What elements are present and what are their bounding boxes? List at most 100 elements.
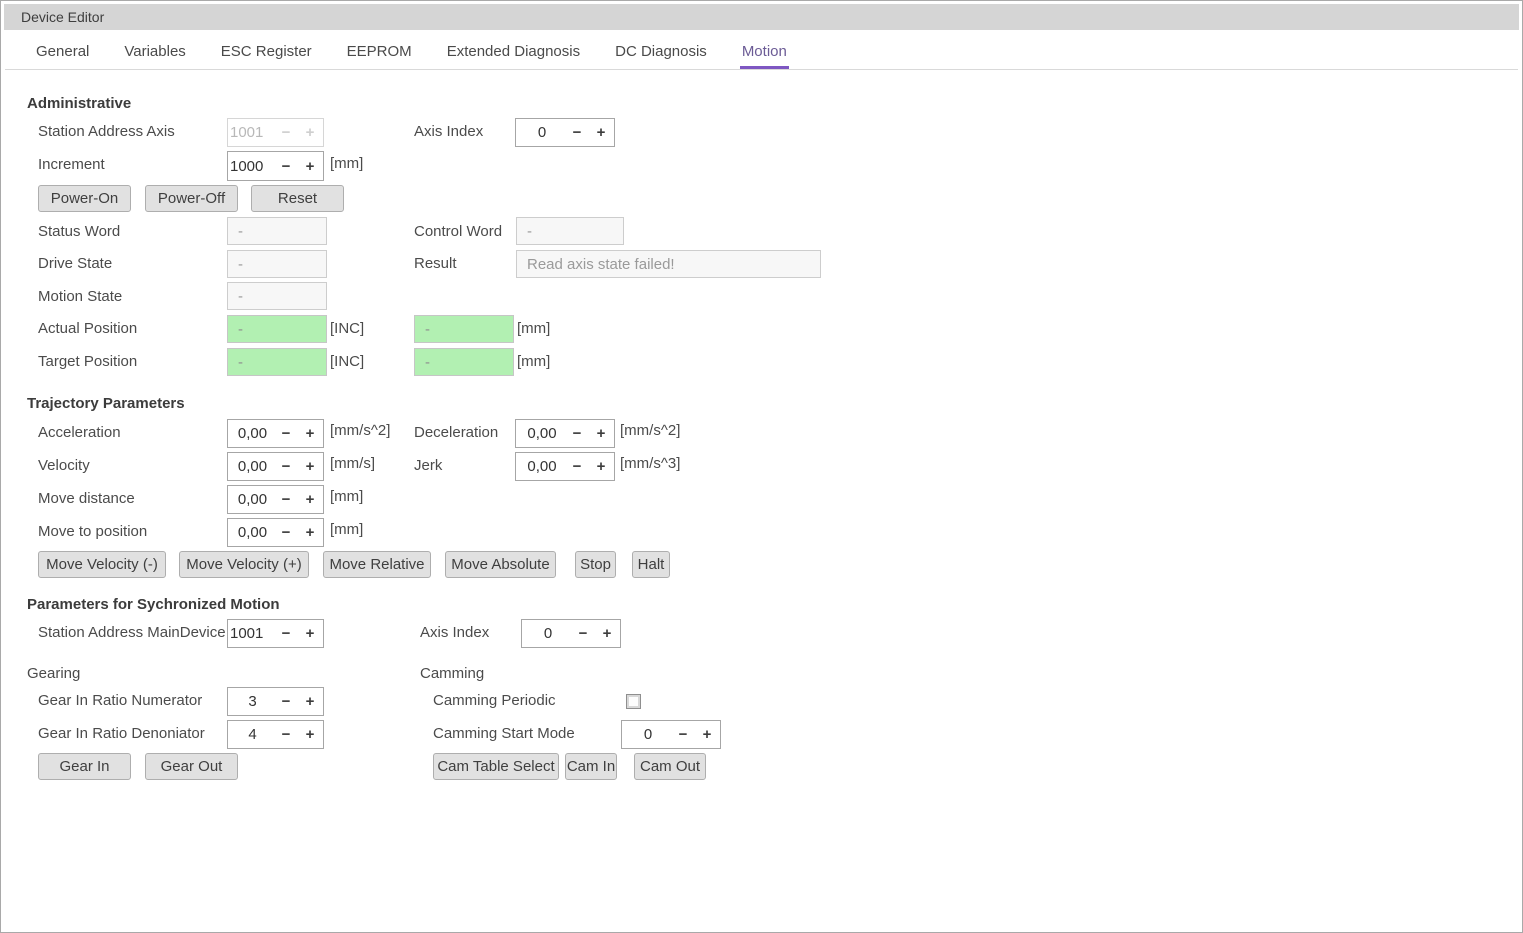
- tab-extended-diagnosis[interactable]: Extended Diagnosis: [445, 34, 582, 69]
- decrement-icon[interactable]: −: [275, 458, 297, 475]
- increment-icon[interactable]: +: [297, 425, 323, 442]
- deceleration-spinner[interactable]: 0,00 − +: [515, 419, 615, 448]
- increment-unit: [mm]: [330, 155, 363, 172]
- jerk-unit: [mm/s^3]: [620, 455, 680, 472]
- target-position-mm-field: -: [414, 348, 514, 376]
- tab-variables[interactable]: Variables: [122, 34, 187, 69]
- cam-in-button[interactable]: Cam In: [565, 753, 617, 780]
- tab-general[interactable]: General: [34, 34, 91, 69]
- result-label: Result: [414, 255, 457, 272]
- sync-axis-index-spinner[interactable]: 0 − +: [521, 619, 621, 648]
- velocity-value[interactable]: 0,00: [228, 458, 275, 475]
- station-address-maindevice-spinner[interactable]: 1001 − +: [227, 619, 324, 648]
- acceleration-label: Acceleration: [38, 424, 121, 441]
- tab-dc-diagnosis[interactable]: DC Diagnosis: [613, 34, 709, 69]
- cam-out-button[interactable]: Cam Out: [634, 753, 706, 780]
- decrement-icon[interactable]: −: [275, 726, 297, 743]
- actual-position-mm-unit: [mm]: [517, 320, 550, 337]
- decrement-icon[interactable]: −: [572, 625, 594, 642]
- axis-index-spinner[interactable]: 0 − +: [515, 118, 615, 147]
- acceleration-spinner[interactable]: 0,00 − +: [227, 419, 324, 448]
- acceleration-value[interactable]: 0,00: [228, 425, 275, 442]
- reset-button[interactable]: Reset: [251, 185, 344, 212]
- decrement-icon[interactable]: −: [672, 726, 694, 743]
- move-to-position-spinner[interactable]: 0,00 − +: [227, 518, 324, 547]
- gear-in-button[interactable]: Gear In: [38, 753, 131, 780]
- move-distance-value[interactable]: 0,00: [228, 491, 275, 508]
- camming-heading: Camming: [420, 665, 484, 682]
- decrement-icon[interactable]: −: [275, 491, 297, 508]
- increment-icon[interactable]: +: [588, 124, 614, 141]
- halt-button[interactable]: Halt: [632, 551, 670, 578]
- move-velocity-minus-button[interactable]: Move Velocity (-): [38, 551, 166, 578]
- increment-icon[interactable]: +: [297, 625, 323, 642]
- jerk-value[interactable]: 0,00: [516, 458, 566, 475]
- move-distance-spinner[interactable]: 0,00 − +: [227, 485, 324, 514]
- camming-start-mode-value[interactable]: 0: [622, 726, 672, 743]
- move-relative-button[interactable]: Move Relative: [323, 551, 431, 578]
- increment-icon[interactable]: +: [297, 158, 323, 175]
- power-on-button[interactable]: Power-On: [38, 185, 131, 212]
- velocity-spinner[interactable]: 0,00 − +: [227, 452, 324, 481]
- status-word-field: -: [227, 217, 327, 245]
- station-address-maindevice-label: Station Address MainDevice: [38, 624, 226, 641]
- increment-icon[interactable]: +: [594, 625, 620, 642]
- velocity-label: Velocity: [38, 457, 90, 474]
- increment-icon[interactable]: +: [694, 726, 720, 743]
- increment-icon[interactable]: +: [297, 491, 323, 508]
- move-to-position-value[interactable]: 0,00: [228, 524, 275, 541]
- axis-index-value[interactable]: 0: [516, 124, 566, 141]
- station-address-maindevice-value[interactable]: 1001: [228, 625, 275, 642]
- increment-icon[interactable]: +: [588, 425, 614, 442]
- camming-start-mode-spinner[interactable]: 0 − +: [621, 720, 721, 749]
- stop-button[interactable]: Stop: [575, 551, 616, 578]
- target-position-mm-unit: [mm]: [517, 353, 550, 370]
- decrement-icon[interactable]: −: [566, 124, 588, 141]
- move-absolute-button[interactable]: Move Absolute: [445, 551, 556, 578]
- control-word-label: Control Word: [414, 223, 502, 240]
- increment-icon[interactable]: +: [297, 524, 323, 541]
- motion-state-label: Motion State: [38, 288, 122, 305]
- station-address-axis-value: 1001: [228, 124, 275, 141]
- move-distance-label: Move distance: [38, 490, 135, 507]
- axis-index-label: Axis Index: [414, 123, 483, 140]
- actual-position-mm-field: -: [414, 315, 514, 343]
- decrement-icon[interactable]: −: [275, 425, 297, 442]
- increment-spinner[interactable]: 1000 − +: [227, 151, 324, 181]
- decrement-icon[interactable]: −: [275, 693, 297, 710]
- device-editor-window: Device Editor General Variables ESC Regi…: [0, 0, 1523, 933]
- increment-icon: +: [297, 124, 323, 141]
- tab-esc-register[interactable]: ESC Register: [219, 34, 314, 69]
- increment-icon[interactable]: +: [588, 458, 614, 475]
- station-address-axis-spinner: 1001 − +: [227, 118, 324, 147]
- gear-in-ratio-denominator-value[interactable]: 4: [228, 726, 275, 743]
- cam-table-select-button[interactable]: Cam Table Select: [433, 753, 559, 780]
- gear-out-button[interactable]: Gear Out: [145, 753, 238, 780]
- camming-periodic-checkbox[interactable]: [626, 694, 641, 709]
- increment-icon[interactable]: +: [297, 726, 323, 743]
- move-velocity-plus-button[interactable]: Move Velocity (+): [179, 551, 309, 578]
- motion-tab-content: Administrative Station Address Axis 1001…: [5, 71, 1518, 928]
- motion-state-field: -: [227, 282, 327, 310]
- camming-periodic-label: Camming Periodic: [433, 692, 556, 709]
- deceleration-value[interactable]: 0,00: [516, 425, 566, 442]
- decrement-icon[interactable]: −: [566, 425, 588, 442]
- tab-eeprom[interactable]: EEPROM: [345, 34, 414, 69]
- sync-axis-index-value[interactable]: 0: [522, 625, 572, 642]
- tab-motion[interactable]: Motion: [740, 34, 789, 69]
- increment-value[interactable]: 1000: [228, 158, 275, 175]
- increment-icon[interactable]: +: [297, 693, 323, 710]
- drive-state-field: -: [227, 250, 327, 278]
- jerk-spinner[interactable]: 0,00 − +: [515, 452, 615, 481]
- camming-start-mode-label: Camming Start Mode: [433, 725, 575, 742]
- gear-in-ratio-numerator-value[interactable]: 3: [228, 693, 275, 710]
- result-field: Read axis state failed!: [516, 250, 821, 278]
- decrement-icon[interactable]: −: [275, 625, 297, 642]
- decrement-icon[interactable]: −: [566, 458, 588, 475]
- gear-in-ratio-numerator-spinner[interactable]: 3 − +: [227, 687, 324, 716]
- decrement-icon[interactable]: −: [275, 158, 297, 175]
- gear-in-ratio-denominator-spinner[interactable]: 4 − +: [227, 720, 324, 749]
- increment-icon[interactable]: +: [297, 458, 323, 475]
- power-off-button[interactable]: Power-Off: [145, 185, 238, 212]
- decrement-icon[interactable]: −: [275, 524, 297, 541]
